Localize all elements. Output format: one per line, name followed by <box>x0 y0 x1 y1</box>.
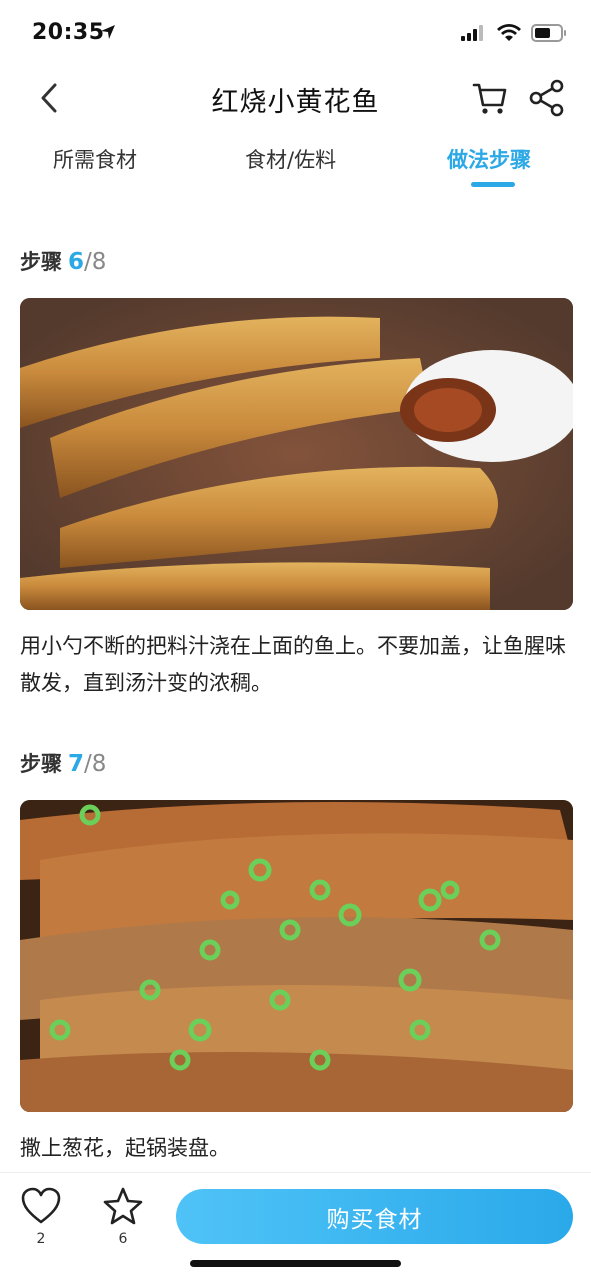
step-description: 撒上葱花，起锅装盘。 <box>20 1136 230 1160</box>
favorite-count: 6 <box>118 1231 128 1247</box>
tab-indicator <box>471 182 515 187</box>
signal-icon <box>461 25 483 41</box>
heart-icon <box>21 1187 61 1224</box>
like-button[interactable]: 2 <box>19 1187 63 1247</box>
step-total: 8 <box>91 249 107 275</box>
share-button[interactable] <box>527 78 567 118</box>
step-number: 7 <box>68 751 85 777</box>
battery-icon <box>531 24 566 42</box>
bottom-bar: 2 6 购买食材 <box>0 1172 591 1281</box>
step-photo <box>20 298 573 610</box>
tab-bar: 所需食材 食材/佐料 做法步骤 <box>0 136 591 190</box>
status-time: 20:35 <box>32 20 105 45</box>
wifi-icon <box>497 24 521 41</box>
step-header: 步骤 7/8 <box>20 748 106 778</box>
step-header: 步骤 6/8 <box>20 246 106 276</box>
step-number: 6 <box>68 249 85 275</box>
step-description: 用小勺不断的把料汁浇在上面的鱼上。不要加盖，让鱼腥味散发，直到汤汁变的浓稠。 <box>20 634 566 695</box>
like-count: 2 <box>36 1231 46 1247</box>
step-photo <box>20 800 573 1112</box>
cart-button[interactable] <box>470 78 510 118</box>
nav-bar: 红烧小黄花鱼 <box>0 70 591 126</box>
step-label: 步骤 <box>20 250 62 274</box>
fish-with-scallions-image <box>20 800 573 1112</box>
step-separator: / <box>84 249 92 275</box>
step-separator: / <box>84 751 92 777</box>
step-label: 步骤 <box>20 752 62 776</box>
location-arrow-icon <box>101 25 115 39</box>
status-bar: 20:35 <box>0 0 591 70</box>
home-indicator <box>190 1260 401 1267</box>
favorite-button[interactable]: 6 <box>101 1187 145 1247</box>
tab-seasonings[interactable]: 食材/佐料 <box>245 144 336 174</box>
cart-icon <box>472 83 507 114</box>
status-icons <box>461 24 567 42</box>
fish-in-pan-image <box>20 298 573 610</box>
share-icon <box>529 79 564 117</box>
step-total: 8 <box>91 751 107 777</box>
star-icon <box>103 1187 143 1225</box>
buy-ingredients-button[interactable]: 购买食材 <box>176 1189 573 1244</box>
tab-steps[interactable]: 做法步骤 <box>447 144 531 174</box>
tab-ingredients[interactable]: 所需食材 <box>53 144 137 174</box>
